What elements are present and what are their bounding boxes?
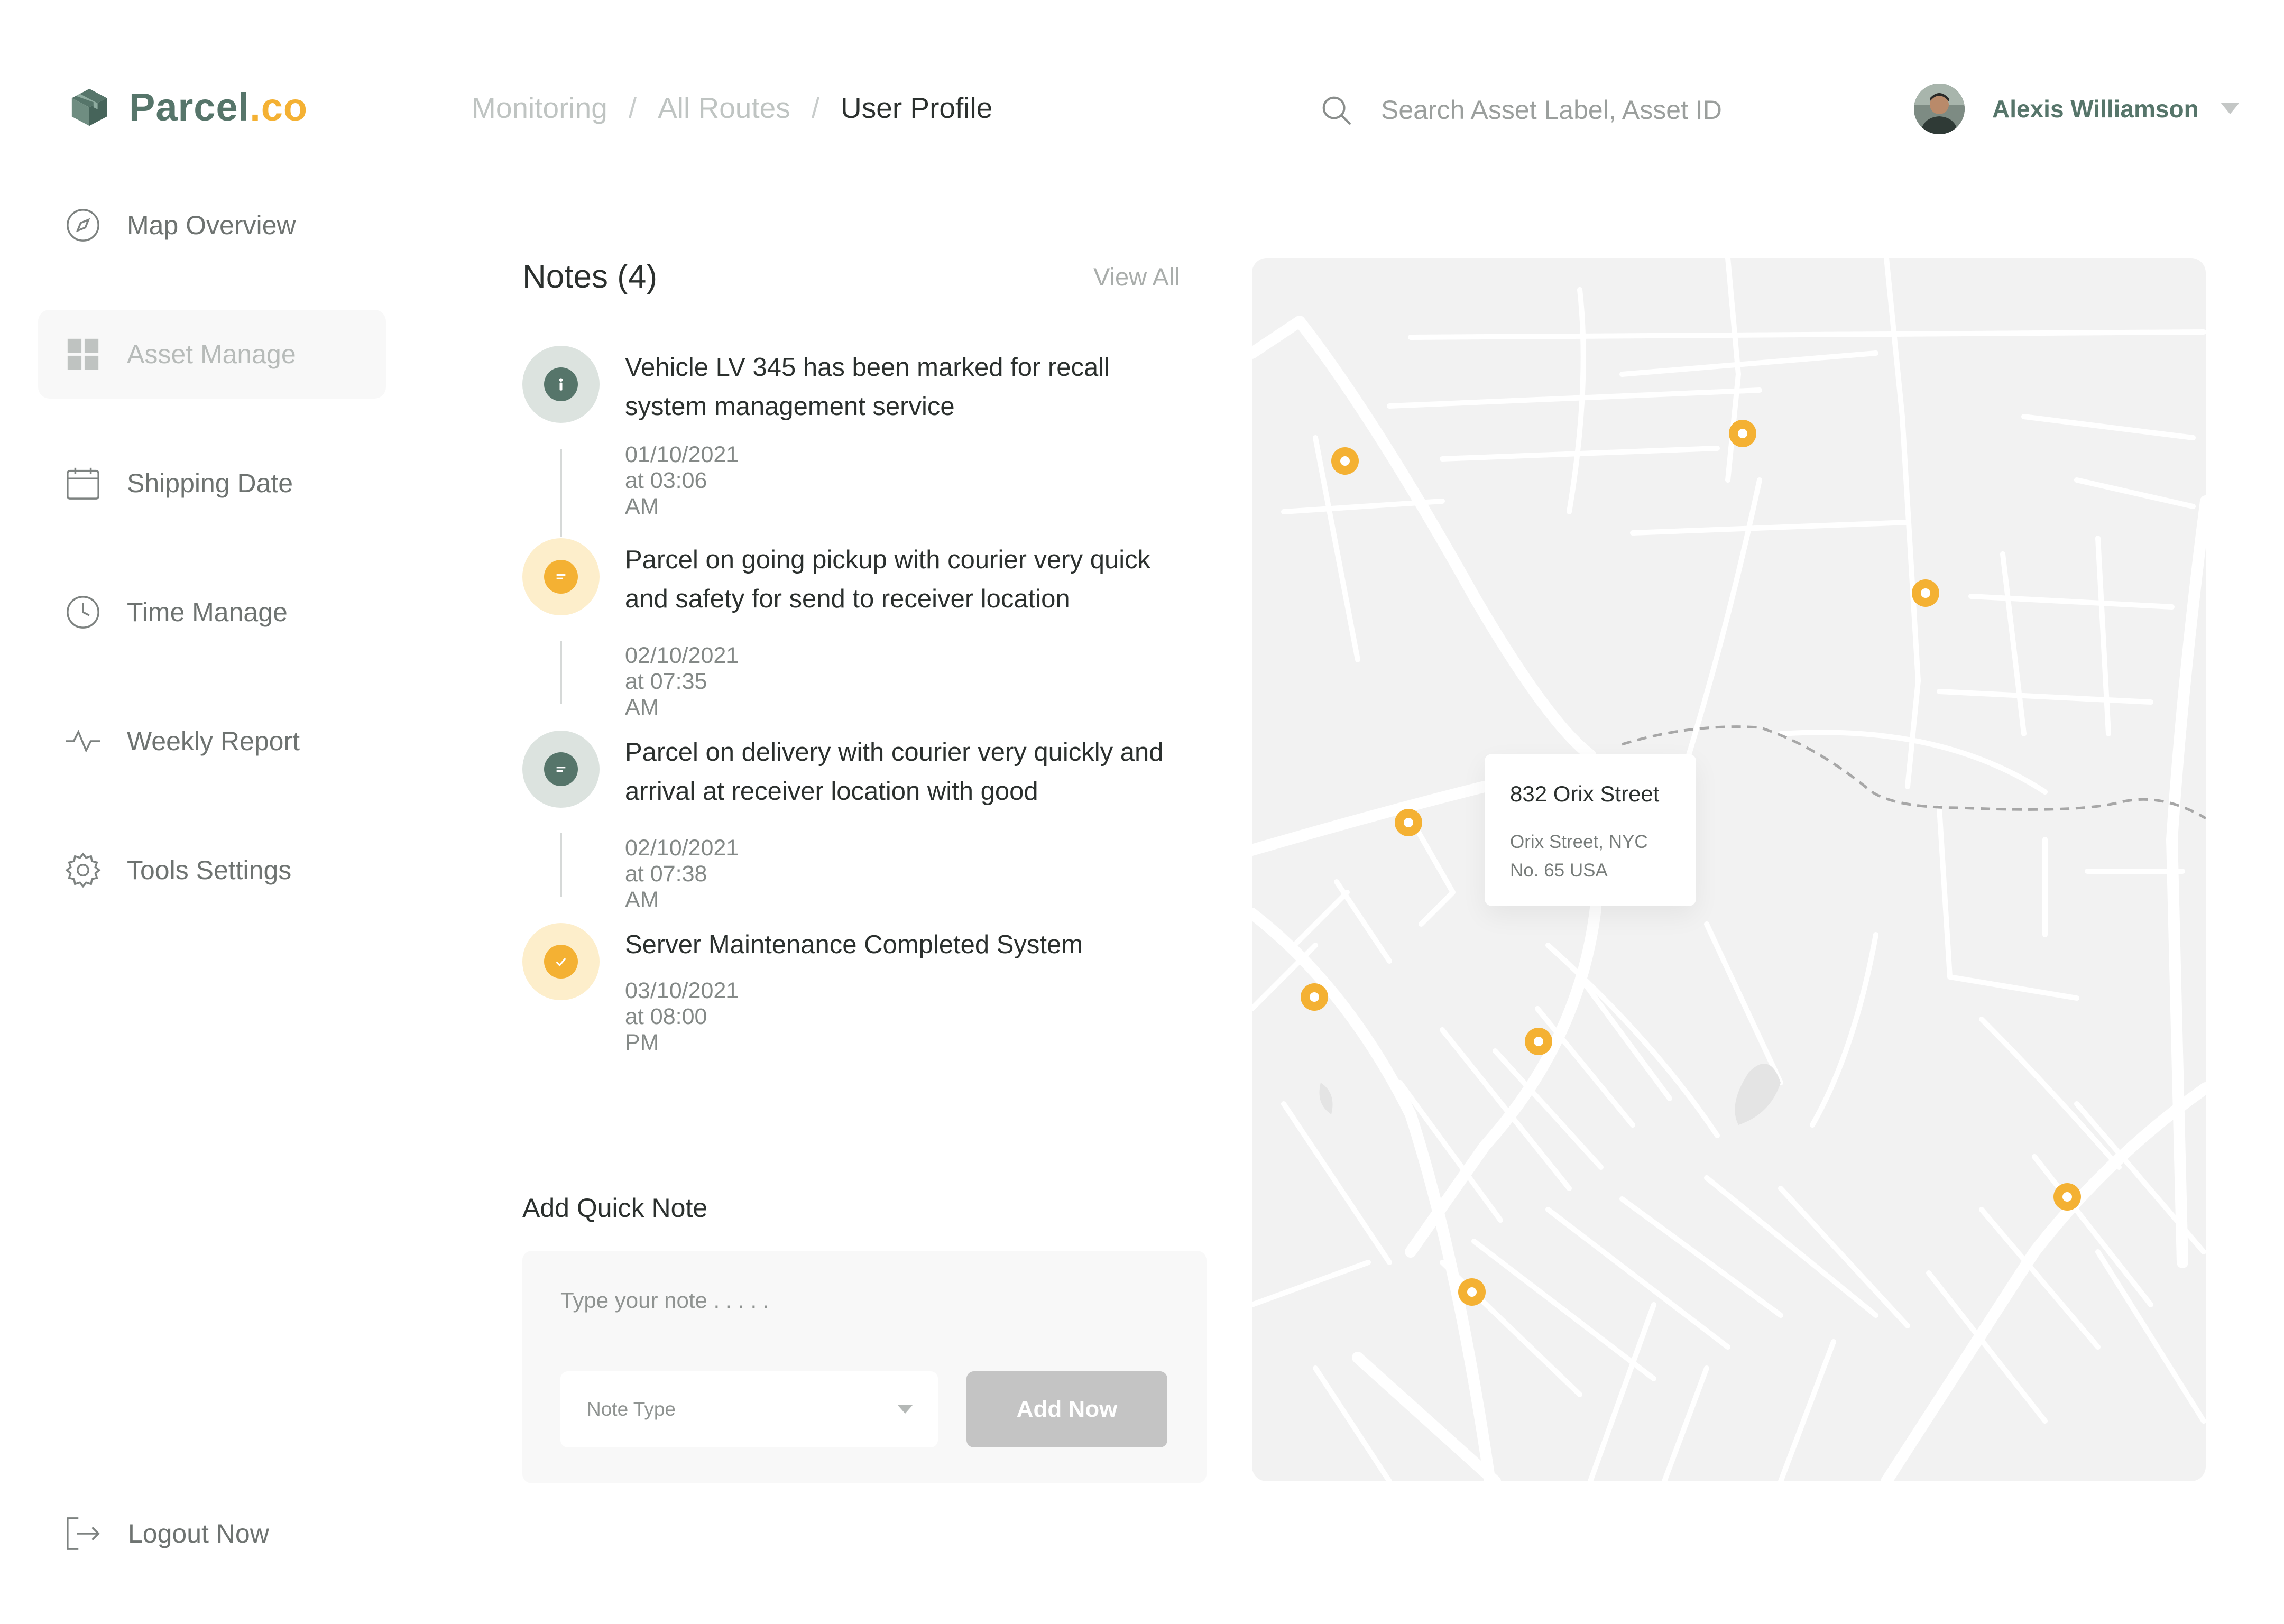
note-icon-badge — [522, 923, 600, 1000]
brand-name: Parcel.co — [129, 85, 308, 130]
location-card: 832 Orix Street Orix Street, NYC No. 65 … — [1485, 754, 1696, 906]
note-time: 01/10/2021 at 03:06 AM — [625, 442, 739, 519]
map-roads — [1252, 258, 2206, 1481]
add-now-button[interactable]: Add Now — [966, 1371, 1167, 1447]
location-pin-icon[interactable] — [1912, 579, 1939, 607]
notes-title: Notes (4) — [522, 259, 657, 295]
logout-label: Logout Now — [128, 1519, 269, 1548]
sidebar-item-tools-settings[interactable]: Tools Settings — [38, 826, 386, 915]
note-text: Server Maintenance Completed System — [625, 930, 1083, 959]
note-time: 02/10/2021 at 07:35 AM — [625, 643, 739, 720]
grid-icon — [65, 336, 102, 373]
brand-name-part1: Parcel — [129, 85, 250, 129]
breadcrumb-monitoring[interactable]: Monitoring — [472, 91, 607, 125]
message-icon — [544, 560, 578, 594]
logout-icon — [67, 1517, 100, 1550]
check-icon — [544, 945, 578, 979]
sidebar-item-label: Time Manage — [127, 597, 288, 627]
timeline-connector — [560, 833, 562, 897]
user-menu[interactable]: Alexis Williamson — [1914, 84, 2240, 134]
caret-down-icon[interactable] — [2221, 103, 2240, 114]
sidebar-item-map-overview[interactable]: Map Overview — [38, 181, 386, 270]
search-icon[interactable] — [1320, 94, 1352, 126]
note-type-placeholder: Note Type — [587, 1398, 676, 1420]
note-text: Parcel on delivery with courier very qui… — [625, 738, 1164, 806]
quick-note-form: Note Type Add Now — [522, 1251, 1207, 1483]
message-icon — [544, 752, 578, 786]
breadcrumb-user-profile: User Profile — [841, 91, 993, 124]
timeline-connector — [560, 449, 562, 537]
sidebar-item-shipping-date[interactable]: Shipping Date — [38, 439, 386, 528]
note-text: Parcel on going pickup with courier very… — [625, 546, 1151, 613]
calendar-icon — [65, 465, 102, 502]
map-view[interactable]: 832 Orix Street Orix Street, NYC No. 65 … — [1252, 258, 2206, 1481]
location-pin-icon[interactable] — [1729, 420, 1756, 447]
location-card-line1: Orix Street, NYC — [1510, 832, 1648, 852]
location-card-title: 832 Orix Street — [1510, 781, 1660, 806]
clock-icon — [65, 594, 102, 631]
breadcrumb: Monitoring / All Routes / User Profile — [472, 91, 992, 125]
info-icon — [544, 367, 578, 401]
location-pin-icon[interactable] — [1458, 1278, 1486, 1306]
sidebar-item-time-manage[interactable]: Time Manage — [38, 568, 386, 657]
user-name[interactable]: Alexis Williamson — [1992, 95, 2199, 123]
brand-logo[interactable]: Parcel.co — [69, 85, 308, 130]
location-pin-icon[interactable] — [1525, 1028, 1552, 1055]
location-pin-icon[interactable] — [1395, 809, 1422, 836]
note-icon-badge — [522, 538, 600, 615]
note-icon-badge — [522, 731, 600, 808]
breadcrumb-separator: / — [811, 91, 820, 124]
location-card-line2: No. 65 USA — [1510, 860, 1608, 881]
chevron-down-icon — [898, 1405, 913, 1414]
sidebar-item-label: Map Overview — [127, 210, 296, 240]
search-bar — [1320, 89, 1795, 131]
note-type-select[interactable]: Note Type — [560, 1371, 938, 1447]
breadcrumb-all-routes[interactable]: All Routes — [658, 91, 790, 125]
note-time: 02/10/2021 at 07:38 AM — [625, 835, 739, 912]
parcel-box-icon — [71, 88, 107, 126]
sidebar-item-label: Asset Manage — [127, 339, 296, 369]
brand-name-part2: .co — [250, 85, 308, 129]
note-icon-badge — [522, 346, 600, 423]
view-all-link[interactable]: View All — [1093, 262, 1180, 291]
logout-button[interactable]: Logout Now — [65, 1515, 269, 1552]
location-pin-icon[interactable] — [2053, 1183, 2081, 1211]
note-text: Vehicle LV 345 has been marked for recal… — [625, 353, 1110, 421]
quick-note-title: Add Quick Note — [522, 1193, 708, 1223]
avatar[interactable] — [1914, 84, 1965, 134]
location-pin-icon[interactable] — [1331, 447, 1359, 475]
sidebar-item-label: Weekly Report — [127, 726, 300, 756]
gear-icon — [65, 852, 102, 889]
activity-icon — [65, 723, 102, 760]
sidebar-item-label: Shipping Date — [127, 468, 293, 498]
sidebar-item-label: Tools Settings — [127, 855, 292, 885]
sidebar-item-asset-manage[interactable]: Asset Manage — [38, 310, 386, 399]
compass-icon — [65, 207, 102, 244]
location-pin-icon[interactable] — [1301, 983, 1328, 1011]
note-textarea[interactable] — [560, 1288, 1168, 1335]
sidebar-item-weekly-report[interactable]: Weekly Report — [38, 697, 386, 786]
breadcrumb-separator: / — [628, 91, 637, 124]
note-time: 03/10/2021 at 08:00 PM — [625, 978, 739, 1055]
timeline-connector — [560, 641, 562, 704]
search-input[interactable] — [1381, 95, 1783, 125]
